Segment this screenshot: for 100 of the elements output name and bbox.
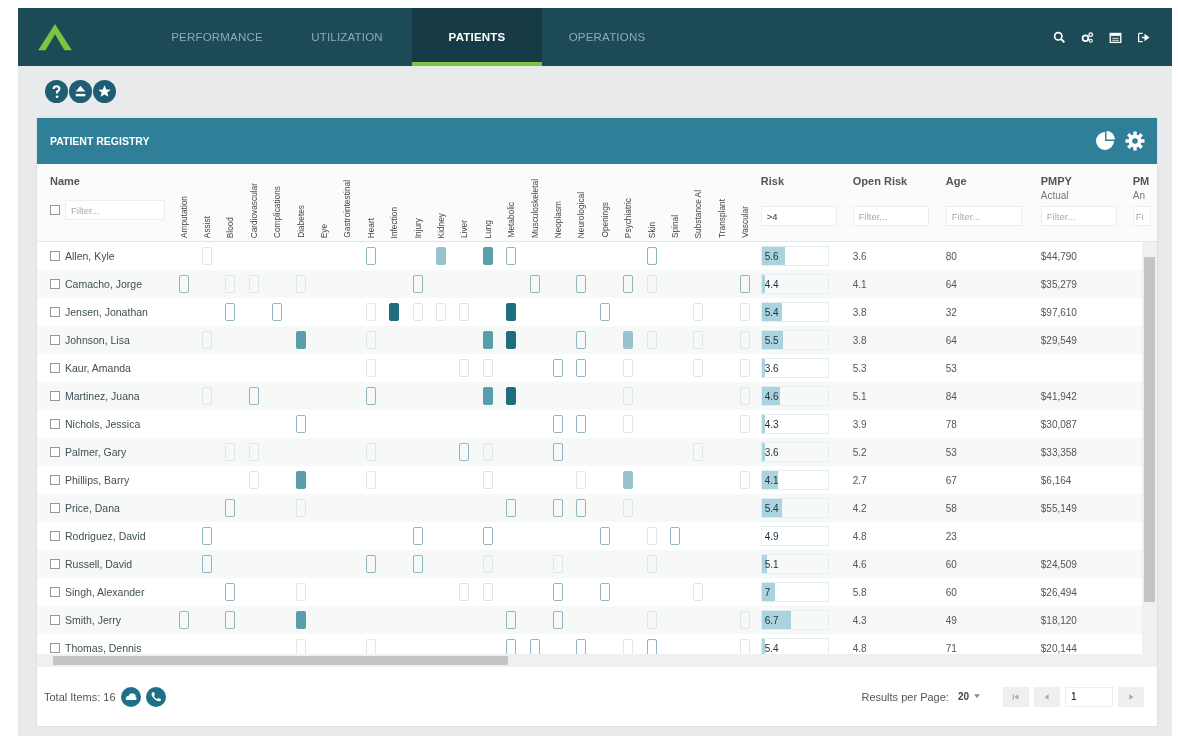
nav-tab[interactable]: UTILIZATION [282,8,412,66]
nav-tab[interactable]: OPERATIONS [542,8,672,66]
next-page-button[interactable] [1118,686,1144,707]
row-checkbox[interactable] [50,307,60,317]
column-filter-field[interactable]: Fi [1132,206,1151,226]
condition-column-header[interactable]: Infection [389,206,400,238]
column-header[interactable]: Open Risk [852,175,942,187]
patient-name[interactable]: Camacho, Jorge [65,278,143,290]
gears-icon[interactable] [1081,30,1094,44]
condition-column-header[interactable]: Psychiatric [623,197,634,238]
risk-filter-field[interactable]: >4 [760,206,837,226]
condition-column-header[interactable]: Amputation [178,196,189,238]
patient-name[interactable]: Singh, Alexander [65,586,145,598]
vertical-scrollbar[interactable] [1142,242,1157,654]
column-header[interactable]: PM [1132,175,1152,187]
table-cell: 3.8 [852,306,867,318]
condition-column-header[interactable]: Transplant [716,199,727,238]
table-cell: $35,279 [1040,278,1077,290]
row-checkbox[interactable] [50,279,60,289]
table-cell: $41,942 [1040,390,1077,402]
condition-column-header[interactable]: Musculoskeletal [529,178,540,238]
column-header[interactable]: PMPY [1040,175,1130,187]
row-checkbox[interactable] [50,419,60,429]
condition-column-header[interactable]: Cardiovascular [248,182,259,238]
column-header[interactable]: Risk [760,175,849,187]
table-cell: 71 [945,642,957,654]
calendar-icon[interactable] [1109,30,1122,44]
table-cell: 5.8 [852,586,867,598]
help-icon[interactable] [45,80,68,103]
settings-icon[interactable] [1125,131,1145,151]
patient-name[interactable]: Smith, Jerry [65,614,121,626]
row-checkbox[interactable] [50,335,60,345]
patient-name[interactable]: Phillips, Barry [65,474,130,486]
condition-column-header[interactable]: Skin [646,221,657,238]
condition-column-header[interactable]: Heart [365,217,376,238]
row-checkbox[interactable] [50,587,60,597]
condition-column-header[interactable]: Injury [412,217,423,238]
table-cell: $97,610 [1040,306,1077,318]
previous-icon [1043,692,1051,701]
patient-name[interactable]: Palmer, Gary [65,446,127,458]
pie-chart-icon[interactable] [1095,131,1115,151]
condition-column-header[interactable]: Gastrointestinal [342,180,353,238]
row-checkbox[interactable] [50,475,60,485]
condition-column-header[interactable]: Openings [599,202,610,238]
condition-column-header[interactable]: Metabolic [506,202,517,238]
page-number-field[interactable]: 1 [1065,686,1113,707]
condition-column-header[interactable]: Substance Al [693,189,704,238]
condition-column-header[interactable]: Liver [459,220,470,238]
column-header[interactable]: Age [945,175,1037,187]
search-icon[interactable] [1053,30,1066,44]
row-checkbox[interactable] [50,643,60,653]
nav-tab[interactable]: PATIENTS [412,8,542,66]
patient-name[interactable]: Russell, David [65,558,133,570]
condition-column-header[interactable]: Eye [319,223,330,238]
phone-icon[interactable] [145,686,166,707]
patient-name[interactable]: Rodriguez, David [65,530,146,542]
logout-icon[interactable] [1137,30,1150,44]
first-page-button[interactable] [1003,686,1029,707]
column-filter-field[interactable]: Filter... [945,206,1022,226]
condition-column-header[interactable]: Lung [482,219,493,238]
patient-name[interactable]: Allen, Kyle [65,250,115,262]
condition-column-header[interactable]: Kidney [436,212,446,238]
condition-column-header[interactable]: Neoplasm [552,200,563,238]
patient-name[interactable]: Kaur, Amanda [65,362,131,374]
select-all-checkbox[interactable] [50,205,60,215]
condition-column-header[interactable]: Spinal [669,214,680,238]
risk-value: 5.1 [763,558,779,570]
condition-column-header[interactable]: Assist [202,215,213,238]
column-filter-field[interactable]: Filter... [852,206,929,226]
column-filter-field[interactable]: Filter... [1040,206,1117,226]
condition-column-header[interactable]: Neurological [576,191,587,238]
name-filter-field[interactable]: Filter... [65,200,165,220]
total-items-label: Total Items: 16 [44,690,116,703]
mountain-logo-icon[interactable] [36,22,74,52]
condition-column-header[interactable]: Diabetes [295,205,306,238]
patient-name[interactable]: Price, Dana [65,502,120,514]
nav-tab[interactable]: PERFORMANCE [152,8,282,66]
row-checkbox[interactable] [50,503,60,513]
page-size-dropdown[interactable]: 20 [953,689,984,704]
upload-icon[interactable] [69,80,92,103]
row-checkbox[interactable] [50,363,60,373]
patient-name[interactable]: Johnson, Lisa [65,334,130,346]
horizontal-scrollbar[interactable] [37,654,1157,667]
row-checkbox[interactable] [50,559,60,569]
row-checkbox[interactable] [50,615,60,625]
risk-value: 5.4 [763,306,779,318]
patient-name[interactable]: Jensen, Jonathan [65,306,148,318]
previous-page-button[interactable] [1034,686,1060,707]
condition-column-header[interactable]: Complications [272,185,283,238]
row-checkbox[interactable] [50,531,60,541]
patient-name[interactable]: Thomas, Dennis [65,642,142,654]
patient-name[interactable]: Nichols, Jessica [65,418,141,430]
row-checkbox[interactable] [50,447,60,457]
condition-column-header[interactable]: Vascular [740,206,751,238]
row-checkbox[interactable] [50,391,60,401]
column-header[interactable]: Name [50,175,172,187]
row-checkbox[interactable] [50,251,60,261]
condition-column-header[interactable]: Blood [225,216,236,238]
patient-name[interactable]: Martinez, Juana [65,390,140,402]
cloud-icon[interactable] [120,686,141,707]
